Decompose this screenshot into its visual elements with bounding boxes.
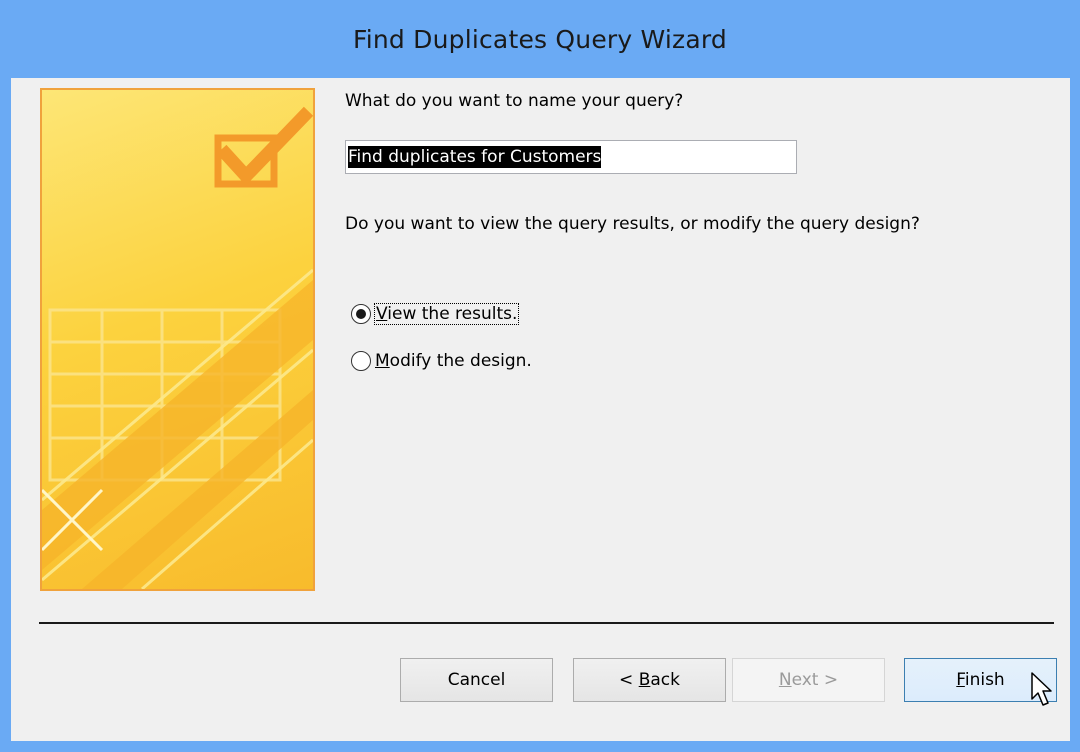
separator-line xyxy=(39,622,1054,624)
modify-design-mnemonic: M xyxy=(375,351,390,371)
next-button[interactable]: Next > xyxy=(732,658,885,702)
back-prefix: < xyxy=(619,670,639,690)
modify-design-option[interactable]: Modify the design. xyxy=(351,351,532,371)
next-mnemonic: N xyxy=(778,670,792,690)
view-results-text: iew the results. xyxy=(387,304,518,324)
back-text: ack xyxy=(650,670,680,690)
view-question-label: Do you want to view the query results, o… xyxy=(345,214,920,234)
wizard-content: What do you want to name your query? Fin… xyxy=(11,78,1070,741)
back-button[interactable]: < Back xyxy=(573,658,726,702)
view-results-mnemonic: V xyxy=(376,304,388,324)
next-text: ext > xyxy=(791,670,839,690)
wizard-window: Find Duplicates Query Wizard What do you… xyxy=(0,0,1080,752)
back-mnemonic: B xyxy=(638,670,651,690)
query-name-input[interactable]: Find duplicates for Customers xyxy=(345,140,797,174)
finish-mnemonic: F xyxy=(956,670,965,690)
cancel-button-label: Cancel xyxy=(447,670,506,690)
finish-text: inish xyxy=(964,670,1005,690)
back-button-label: < Back xyxy=(619,670,680,690)
view-results-option[interactable]: View the results. xyxy=(351,303,520,325)
cancel-button[interactable]: Cancel xyxy=(400,658,553,702)
window-title: Find Duplicates Query Wizard xyxy=(352,24,728,54)
name-question-label: What do you want to name your query? xyxy=(345,91,684,111)
query-name-value[interactable]: Find duplicates for Customers xyxy=(348,146,602,168)
wizard-illustration xyxy=(40,88,315,591)
modify-design-label[interactable]: Modify the design. xyxy=(375,351,532,371)
modify-design-radio[interactable] xyxy=(351,351,371,371)
modify-design-text: odify the design. xyxy=(389,351,532,371)
arrow-cursor-icon xyxy=(1031,672,1052,706)
title-bar[interactable]: Find Duplicates Query Wizard xyxy=(0,0,1080,78)
view-results-radio[interactable] xyxy=(351,304,371,324)
finish-button-label: Finish xyxy=(956,670,1004,690)
checklist-table-illustration-icon xyxy=(42,106,313,589)
view-results-label[interactable]: View the results. xyxy=(373,303,520,325)
next-button-label: Next > xyxy=(779,670,838,690)
